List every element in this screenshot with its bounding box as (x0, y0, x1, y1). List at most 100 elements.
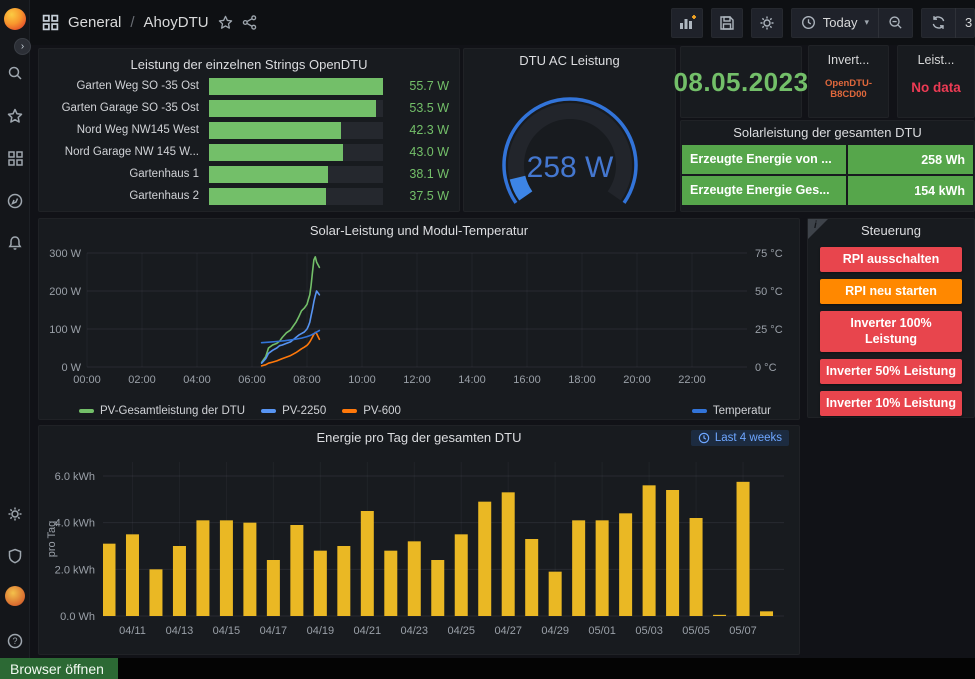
user-avatar[interactable] (5, 586, 25, 606)
svg-text:05/03: 05/03 (635, 625, 663, 637)
inverter-10-leistung-button[interactable]: Inverter 10% Leistung (820, 391, 962, 416)
y-axis-label: pro Tag (46, 521, 58, 558)
svg-text:0.0 Wh: 0.0 Wh (60, 611, 95, 623)
series-line (262, 332, 320, 366)
energy-bar (455, 534, 468, 616)
time-range-group: Today ▾ (791, 8, 913, 38)
panel-strings-bargauge: Leistung der einzelnen Strings OpenDTU G… (38, 48, 460, 212)
panel-info-corner[interactable] (808, 219, 828, 239)
string-label: Gartenhaus 1 (49, 168, 199, 180)
breadcrumb-folder[interactable]: General (68, 14, 121, 31)
favorite-star-icon[interactable] (218, 15, 233, 30)
bargauge-track (209, 188, 383, 205)
alerts-bell-icon[interactable] (0, 228, 30, 258)
svg-text:22:00: 22:00 (678, 374, 706, 386)
svg-text:200 W: 200 W (49, 286, 81, 298)
bargauge-fill (209, 188, 326, 205)
bargauge-track (209, 166, 383, 183)
browser-tooltip: Browser öffnen (0, 658, 118, 679)
energy-bar (619, 513, 632, 616)
string-label: Garten Weg SO -35 Ost (49, 80, 199, 92)
bargauge-fill (209, 78, 383, 95)
refresh-group: 3 (921, 8, 975, 38)
no-data-value: No data (898, 80, 974, 95)
dashboards-icon[interactable] (0, 143, 30, 173)
svg-text:14:00: 14:00 (458, 374, 486, 386)
share-icon[interactable] (242, 15, 257, 30)
add-panel-button[interactable] (671, 8, 703, 38)
settings-gear-icon[interactable] (0, 499, 30, 529)
grafana-dashboard: ? › General / AhoyDTU (0, 0, 975, 679)
panel-ac-gauge: DTU AC Leistung 258 W (463, 48, 676, 212)
string-value: 55.7 W (393, 79, 449, 93)
dashboard-grid-icon[interactable] (42, 14, 59, 31)
star-icon[interactable] (0, 101, 30, 131)
rpi-ausschalten-button[interactable]: RPI ausschalten (820, 247, 962, 272)
string-value: 43.0 W (393, 145, 449, 159)
time-override-badge: Last 4 weeks (691, 430, 789, 446)
solar-row: Erzeugte Energie Ges...154 kWh (682, 176, 973, 205)
svg-text:?: ? (12, 636, 17, 646)
string-row: Gartenhaus 237.5 W (49, 187, 449, 205)
clock-icon (801, 15, 816, 30)
date-value: 08.05.2023 (673, 67, 808, 98)
svg-text:04/13: 04/13 (166, 625, 194, 637)
zoom-out-time-button[interactable] (878, 8, 912, 38)
bargauge-track (209, 144, 383, 161)
breadcrumb: General / AhoyDTU (30, 14, 257, 31)
legend-item[interactable]: PV-600 (342, 405, 401, 417)
explore-compass-icon[interactable] (0, 186, 30, 216)
search-icon[interactable] (0, 58, 30, 88)
svg-text:04/23: 04/23 (401, 625, 429, 637)
svg-text:04/11: 04/11 (119, 625, 146, 637)
sidebar-expand-button[interactable]: › (14, 38, 31, 55)
energy-bar (126, 534, 139, 616)
legend-item[interactable]: PV-Gesamtleistung der DTU (79, 405, 245, 417)
sidebar: ? (0, 0, 30, 658)
dashboard-settings-button[interactable] (751, 8, 783, 38)
bargauge-fill (209, 100, 376, 117)
control-buttons: RPI ausschalten RPI neu starten Inverter 1… (808, 243, 974, 416)
energy-bar (220, 520, 233, 616)
energy-bar (149, 569, 162, 616)
panel-date-stat: 08.05.2023 (680, 46, 802, 118)
energy-bar (596, 520, 609, 616)
admin-shield-icon[interactable] (0, 541, 30, 571)
bargauge-track (209, 100, 383, 117)
legend-item[interactable]: Temperatur (692, 405, 771, 417)
svg-text:0 W: 0 W (61, 362, 81, 374)
energy-bar (431, 560, 444, 616)
svg-text:75 °C: 75 °C (755, 248, 783, 260)
time-range-picker[interactable]: Today ▾ (792, 8, 878, 38)
inverter-50-leistung-button[interactable]: Inverter 50% Leistung (820, 359, 962, 384)
inverter-id-value: OpenDTU-B8CD00 (809, 78, 888, 101)
refresh-interval-label[interactable]: 3 (955, 8, 974, 38)
refresh-button[interactable] (922, 8, 955, 38)
energy-bar (290, 525, 303, 616)
rpi-neu-starten-button[interactable]: RPI neu starten (820, 279, 962, 304)
series-line (262, 291, 320, 363)
inverter-100-leistung-button[interactable]: Inverter 100% Leistung (820, 311, 962, 352)
panel-title: Steuerung (808, 219, 974, 243)
solar-row-value: 258 Wh (848, 153, 973, 167)
grafana-logo[interactable] (4, 8, 26, 30)
energy-bar (690, 518, 703, 616)
svg-text:05/07: 05/07 (729, 625, 757, 637)
svg-text:04/17: 04/17 (260, 625, 288, 637)
svg-text:04/15: 04/15 (213, 625, 241, 637)
solar-row-value: 154 kWh (848, 184, 973, 198)
breadcrumb-separator: / (130, 14, 134, 31)
legend-swatch (261, 409, 276, 413)
svg-text:04:00: 04:00 (183, 374, 211, 386)
bargauge-track (209, 78, 383, 95)
breadcrumb-dashboard-title[interactable]: AhoyDTU (144, 14, 209, 31)
legend-item[interactable]: PV-2250 (261, 405, 326, 417)
chevron-down-icon: ▾ (864, 17, 869, 28)
svg-text:02:00: 02:00 (128, 374, 156, 386)
solar-row-label: Erzeugte Energie Ges... (682, 176, 848, 205)
help-icon[interactable]: ? (0, 626, 30, 656)
save-dashboard-button[interactable] (711, 8, 743, 38)
gauge: 258 W (464, 73, 675, 207)
energy-bar (196, 520, 209, 616)
series-line (262, 257, 320, 363)
